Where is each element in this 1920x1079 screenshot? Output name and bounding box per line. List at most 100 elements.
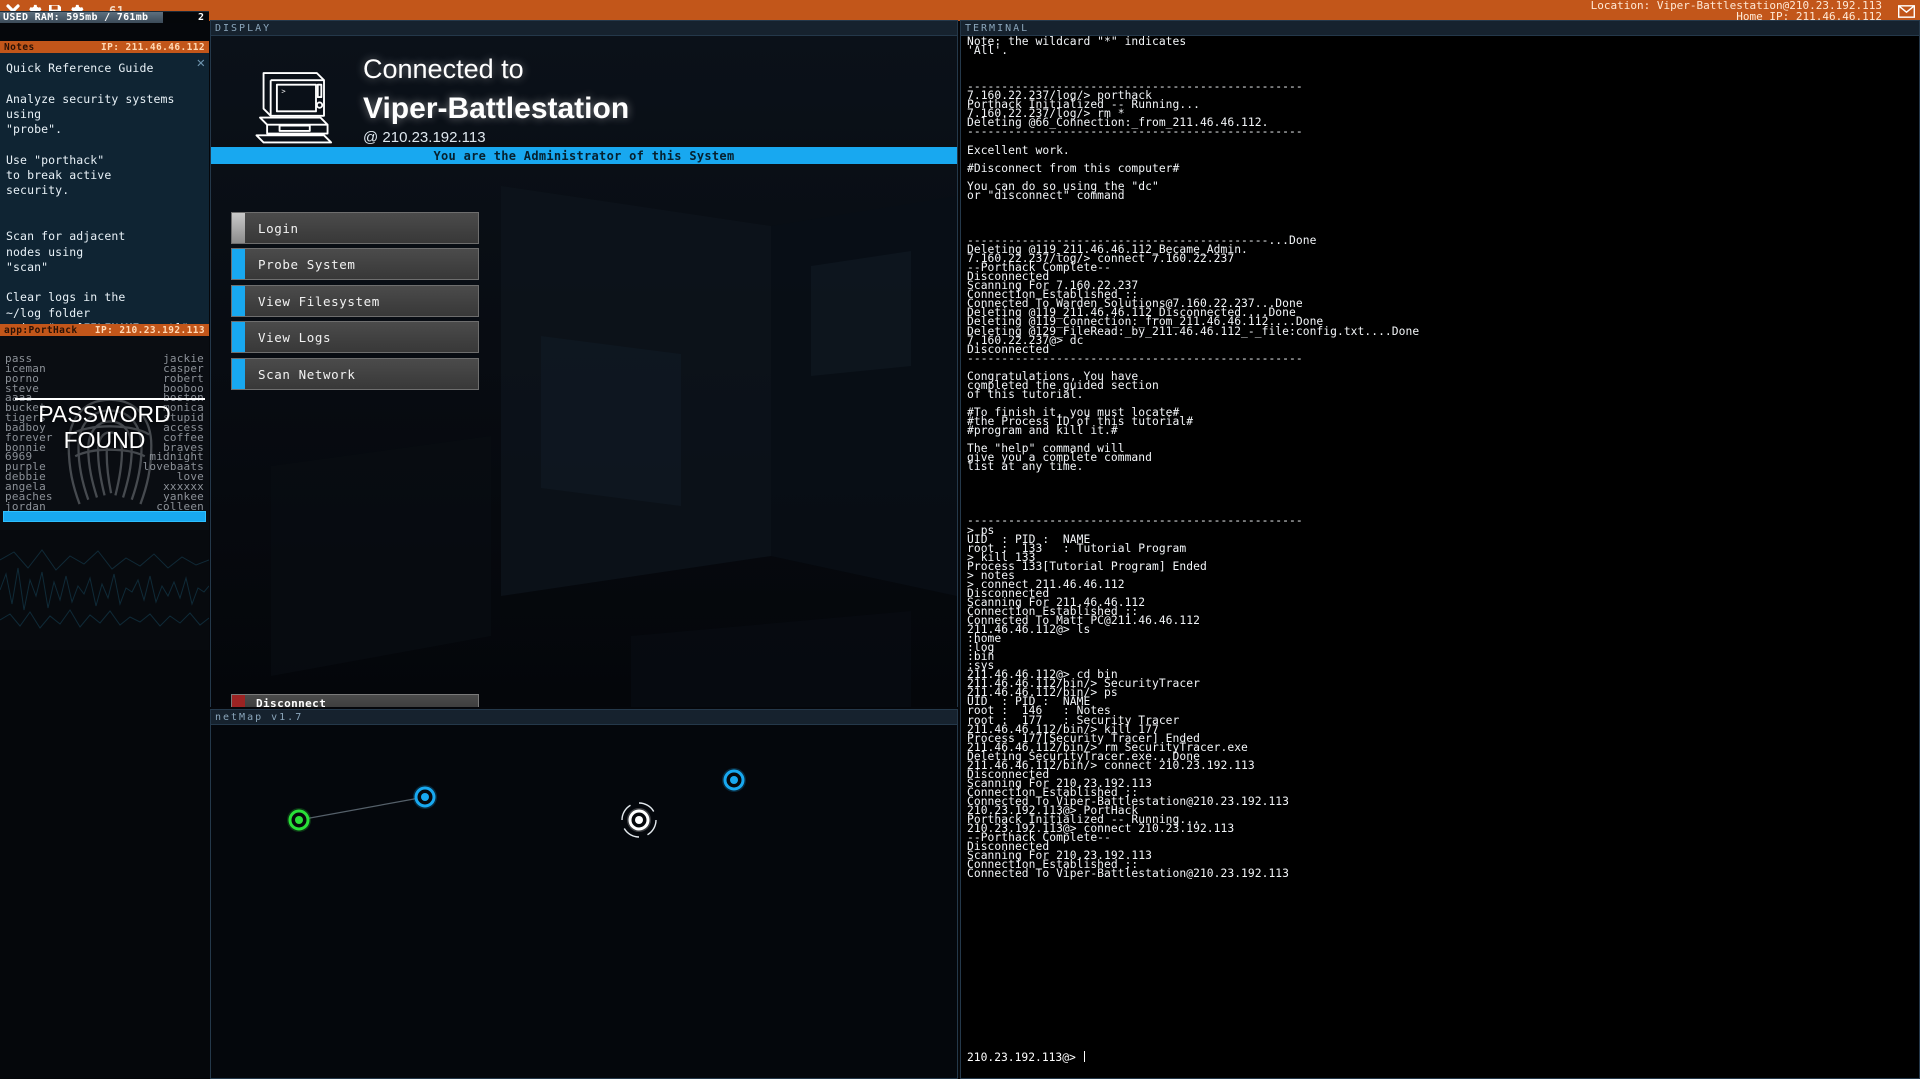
- desktop-computer-icon: >: [255, 72, 333, 144]
- notes-module-title: Notes: [4, 41, 35, 53]
- terminal-line: Note: the wildcard "*" indicates: [967, 36, 1187, 48]
- terminal-line: > connect 211.46.46.112: [967, 577, 1125, 591]
- terminal-line: :home: [967, 632, 1002, 646]
- terminal-line: Deleting @129_FileRead:_by_211.46.46.112…: [967, 324, 1420, 338]
- netmap-node-blue-1[interactable]: [413, 785, 437, 809]
- porthack-progress-bar: [3, 511, 206, 522]
- netmap-panel: netMap v1.7: [210, 709, 958, 1079]
- terminal-line: 211.46.46.112/bin/> ps: [967, 686, 1118, 700]
- ram-usage-label: USED RAM: 595mb / 761mb: [3, 12, 149, 23]
- display-button-label: View Logs: [258, 329, 332, 345]
- netmap-panel-header: netMap v1.7: [211, 710, 957, 725]
- top-bar: 61 Location: Viper-Battlestation@210.23.…: [0, 0, 1920, 22]
- password-found-line1: PASSWORD: [38, 401, 171, 427]
- terminal-line: 211.46.46.112/bin/> connect 210.23.192.1…: [967, 758, 1255, 772]
- display-button-label: Scan Network: [258, 366, 356, 382]
- password-found-line2: FOUND: [63, 427, 146, 453]
- terminal-line: or "disconnect" command: [967, 188, 1125, 202]
- terminal-line: :log: [967, 641, 995, 655]
- display-panel: DISPLAY > Connected to Viper-Battlestati…: [210, 20, 958, 707]
- terminal-line: --Porthack Complete--: [967, 831, 1111, 845]
- password-found-label: PASSWORD FOUND: [0, 401, 209, 453]
- close-icon[interactable]: ✕: [197, 56, 205, 70]
- display-machine-name: Viper-Battlestation: [363, 92, 630, 125]
- notes-module-ip: IP: 211.46.46.112: [100, 41, 205, 53]
- display-button-label: View Filesystem: [258, 293, 380, 309]
- netmap-node-core: [421, 793, 429, 801]
- terminal-line: --Porthack Complete--: [967, 261, 1111, 275]
- disconnect-label: Disconnect: [256, 696, 327, 708]
- porthack-module-title: app:PortHack: [4, 324, 78, 336]
- porthack-module-ip: IP: 210.23.192.113: [94, 324, 205, 336]
- porthack-waveform: [0, 530, 209, 650]
- terminal-panel: TERMINAL Note: the wildcard "*" indicate…: [960, 20, 1920, 1079]
- terminal-line: ----------------------------------------…: [967, 351, 1303, 365]
- terminal-caret: [1083, 1051, 1085, 1062]
- display-machine-ip: @ 210.23.192.113: [363, 129, 486, 146]
- porthack-module-header[interactable]: app:PortHack IP: 210.23.192.113: [0, 324, 209, 336]
- disconnect-accent: [232, 695, 245, 707]
- app-root: 61 Location: Viper-Battlestation@210.23.…: [0, 0, 1920, 1079]
- terminal-line: Excellent work.: [967, 143, 1070, 157]
- netmap-link: [298, 796, 426, 821]
- mail-icon[interactable]: [1897, 2, 1916, 21]
- terminal-line: Connected To Matt PC@211.46.46.112: [967, 614, 1200, 627]
- netmap-body[interactable]: [211, 725, 957, 1079]
- netmap-node-active-green[interactable]: [287, 808, 311, 832]
- netmap-node-core: [295, 816, 303, 824]
- display-body: > Connected to Viper-Battlestation @ 210…: [211, 36, 957, 707]
- terminal-line: give you a complete command: [967, 451, 1152, 465]
- netmap-node-blue-2[interactable]: [722, 768, 746, 792]
- terminal-output[interactable]: Note: the wildcard "*" indicates 'All'. -…: [961, 36, 1919, 1079]
- display-button-view-logs[interactable]: View Logs: [231, 321, 479, 353]
- ram-usage-bar: USED RAM: 595mb / 761mb 2: [0, 11, 209, 23]
- display-connected-label: Connected to: [363, 54, 524, 84]
- location-label: Location: Viper-Battlestation@210.23.192…: [1590, 0, 1882, 12]
- password-found-rule: [15, 398, 205, 400]
- terminal-line: :bin: [967, 650, 995, 664]
- ram-process-count: 2: [197, 12, 204, 23]
- display-button-probe-system[interactable]: Probe System: [231, 248, 479, 280]
- netmap-node-white-target[interactable]: [621, 802, 657, 838]
- display-button-accent: [232, 359, 245, 389]
- top-bar-status: Location: Viper-Battlestation@210.23.192…: [1590, 0, 1882, 22]
- display-button-accent: [232, 249, 245, 279]
- display-button-accent: [232, 213, 245, 243]
- porthack-module: app:PortHack IP: 210.23.192.113 pass ice…: [0, 324, 209, 650]
- netmap-node-core: [730, 776, 738, 784]
- admin-status-banner: You are the Administrator of this System: [211, 147, 957, 164]
- porthack-body: passicemanpornosteveaaaabuckettigersbadb…: [0, 336, 209, 650]
- netmap-graph[interactable]: [211, 725, 957, 1079]
- display-button-label: Login: [258, 220, 299, 236]
- display-button-accent: [232, 322, 245, 352]
- display-title-block: > Connected to Viper-Battlestation @ 210…: [211, 36, 957, 146]
- terminal-prompt[interactable]: 210.23.192.113@>: [967, 1051, 1085, 1064]
- notes-body: ✕ Quick Reference Guide Analyze security…: [0, 53, 209, 396]
- terminal-line: root : 133 : Tutorial Program: [967, 541, 1187, 555]
- disconnect-button[interactable]: Disconnect: [231, 694, 479, 707]
- terminal-line: ----------------------------------------…: [967, 514, 1303, 528]
- display-button-label: Probe System: [258, 256, 356, 272]
- display-button-accent: [232, 286, 245, 316]
- display-button-view-filesystem[interactable]: View Filesystem: [231, 285, 479, 317]
- terminal-prompt-text: 210.23.192.113@>: [967, 1051, 1076, 1064]
- admin-status-text: You are the Administrator of this System: [433, 148, 735, 163]
- terminal-line: completed the guided section: [967, 378, 1159, 392]
- netmap-node-core: [635, 816, 643, 824]
- svg-text:>: >: [281, 87, 285, 96]
- terminal-line: #Disconnect from this computer#: [967, 161, 1180, 175]
- terminal-line: #program and kill it.#: [967, 424, 1118, 438]
- notes-module-header[interactable]: Notes IP: 211.46.46.112: [0, 41, 209, 53]
- display-button-scan-network[interactable]: Scan Network: [231, 358, 479, 390]
- terminal-line: ----------------------------------------…: [967, 125, 1303, 139]
- display-button-login[interactable]: Login: [231, 212, 479, 244]
- terminal-line: Connected To Viper-Battlestation@210.23.…: [967, 867, 1290, 881]
